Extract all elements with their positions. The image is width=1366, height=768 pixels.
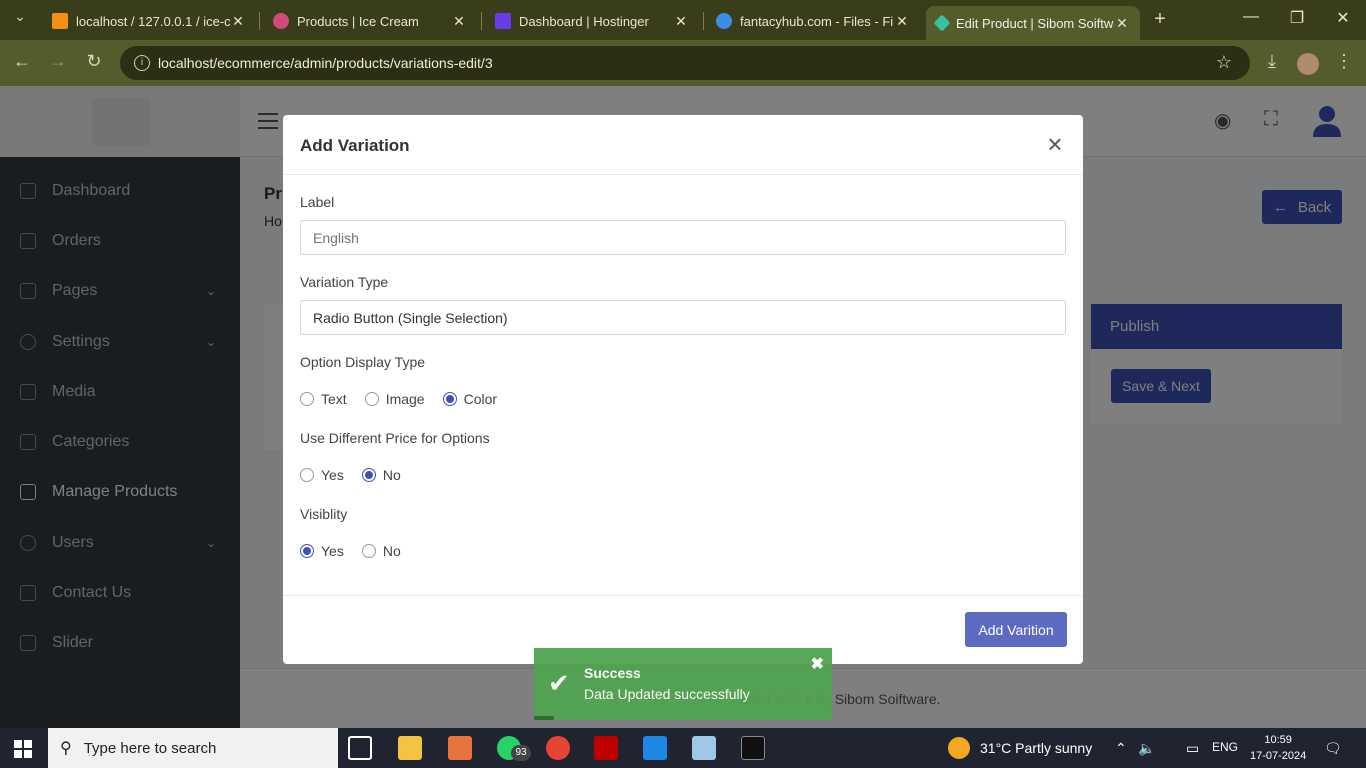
close-icon[interactable]: ✕ <box>1114 15 1130 32</box>
site-info-icon[interactable]: i <box>134 55 150 71</box>
tab-list-chevron-icon[interactable]: ⌄ <box>8 8 32 25</box>
success-toast[interactable]: ✔ Success Data Updated successfully ✖ <box>534 648 832 720</box>
chrome-icon[interactable] <box>546 736 570 760</box>
weather-text[interactable]: 31°C Partly sunny <box>980 740 1092 756</box>
notepad-icon[interactable] <box>692 736 716 760</box>
reload-icon[interactable]: ↻ <box>82 51 106 72</box>
visibility-no[interactable]: No <box>361 543 401 559</box>
browser-tabbar: ⌄ localhost / 127.0.0.1 / ice-cre ✕ Prod… <box>0 0 1366 40</box>
toast-progress-bar <box>534 716 554 720</box>
option-display-type-group: Text Image Color <box>300 391 515 407</box>
profile-avatar[interactable] <box>1297 53 1319 75</box>
close-icon[interactable]: ✕ <box>673 13 689 30</box>
vscode-icon[interactable] <box>643 736 667 760</box>
radio-button[interactable] <box>300 468 314 482</box>
different-price-group: Yes No <box>300 467 419 483</box>
site-icon <box>933 14 951 32</box>
taskbar-search[interactable]: ⚲ Type here to search <box>48 728 338 768</box>
notification-icon[interactable]: 🗨 <box>1324 740 1342 757</box>
add-variation-modal: Add Variation × Label Variation Type Rad… <box>283 115 1083 664</box>
browser-tab-phpmyadmin[interactable]: localhost / 127.0.0.1 / ice-cre ✕ <box>42 6 256 36</box>
close-icon[interactable]: × <box>1043 131 1067 157</box>
close-icon[interactable]: ✕ <box>894 13 910 30</box>
minimize-icon[interactable]: — <box>1228 8 1274 26</box>
radio-button-checked[interactable] <box>361 468 376 482</box>
radio-button-checked[interactable] <box>442 392 457 406</box>
tab-separator <box>481 12 482 30</box>
admin-page: Dashboard Orders Pages ⌄ Settings ⌄ Medi… <box>0 86 1366 728</box>
option-display-image[interactable]: Image <box>364 391 425 407</box>
globe-icon <box>716 13 732 29</box>
visibility-label: Visiblity <box>300 506 348 522</box>
modal-header: Add Variation × <box>283 115 1083 175</box>
variation-type-label: Variation Type <box>300 274 389 290</box>
add-variation-button[interactable]: Add Varition <box>965 612 1067 647</box>
toast-message: Data Updated successfully <box>584 686 750 702</box>
different-price-yes[interactable]: Yes <box>300 467 344 483</box>
radio-button[interactable] <box>361 544 376 558</box>
site-icon <box>273 13 289 29</box>
label-field-label: Label <box>300 194 335 210</box>
browser-tab-fantacyhub[interactable]: fantacyhub.com - Files - File ✕ <box>706 6 920 36</box>
browser-tab-products[interactable]: Products | Ice Cream ✕ <box>263 6 477 36</box>
visibility-group: Yes No <box>300 543 419 559</box>
radio-button[interactable] <box>364 392 379 406</box>
label-input[interactable] <box>300 220 1066 255</box>
forward-arrow-icon[interactable]: → <box>46 51 70 72</box>
tray-expand-icon[interactable]: ⌃ <box>1115 740 1127 757</box>
weather-icon[interactable] <box>948 737 970 759</box>
close-icon[interactable]: ✖ <box>811 654 824 674</box>
xampp-icon[interactable] <box>448 736 472 760</box>
radio-button[interactable] <box>300 392 314 406</box>
volume-icon[interactable]: 🔈 <box>1138 740 1155 757</box>
browser-tab-edit-product[interactable]: Edit Product | Sibom Soiftwa ✕ <box>926 6 1140 40</box>
option-display-type-label: Option Display Type <box>300 354 426 370</box>
language-indicator[interactable]: ENG <box>1212 740 1238 754</box>
task-view-icon[interactable] <box>348 736 372 760</box>
checkmark-icon: ✔ <box>548 668 570 698</box>
tab-separator <box>259 12 260 30</box>
url-text: localhost/ecommerce/admin/products/varia… <box>158 55 493 71</box>
tab-separator <box>703 12 704 30</box>
download-icon[interactable]: ⤓ <box>1260 51 1284 72</box>
new-tab-icon[interactable]: + <box>1148 8 1172 31</box>
search-icon: ⚲ <box>60 740 72 757</box>
whatsapp-unread-badge: 93 <box>511 745 531 761</box>
windows-taskbar: ⚲ Type here to search 31°C Partly sunny … <box>0 728 1366 768</box>
window-close-icon[interactable]: ✕ <box>1320 8 1366 28</box>
different-price-no[interactable]: No <box>361 467 401 483</box>
taskbar-clock[interactable]: 10:59 17-07-2024 <box>1250 732 1306 764</box>
close-icon[interactable]: ✕ <box>230 13 246 30</box>
variation-type-select[interactable]: Radio Button (Single Selection) <box>300 300 1066 335</box>
toast-title: Success <box>584 665 641 681</box>
visibility-yes[interactable]: Yes <box>300 543 344 559</box>
phpmyadmin-icon <box>52 13 68 29</box>
modal-title: Add Variation <box>300 136 410 155</box>
filezilla-icon[interactable] <box>594 736 618 760</box>
file-explorer-icon[interactable] <box>398 736 422 760</box>
different-price-label: Use Different Price for Options <box>300 430 490 446</box>
browser-toolbar: ← → ↻ i localhost/ecommerce/admin/produc… <box>0 40 1366 86</box>
terminal-icon[interactable] <box>741 736 765 760</box>
back-arrow-icon[interactable]: ← <box>10 51 34 72</box>
network-icon[interactable]: ▭ <box>1186 740 1199 757</box>
option-display-text[interactable]: Text <box>300 391 347 407</box>
address-bar[interactable]: i localhost/ecommerce/admin/products/var… <box>120 46 1250 80</box>
restore-icon[interactable]: ❐ <box>1274 8 1320 28</box>
hostinger-icon <box>495 13 511 29</box>
option-display-color[interactable]: Color <box>442 391 497 407</box>
radio-button-checked[interactable] <box>300 544 314 558</box>
browser-tab-hostinger[interactable]: Dashboard | Hostinger ✕ <box>485 6 699 36</box>
bookmark-star-icon[interactable]: ☆ <box>1216 52 1232 73</box>
close-icon[interactable]: ✕ <box>451 13 467 30</box>
windows-start-icon[interactable] <box>14 740 32 758</box>
browser-menu-icon[interactable]: ⋮ <box>1332 51 1356 72</box>
